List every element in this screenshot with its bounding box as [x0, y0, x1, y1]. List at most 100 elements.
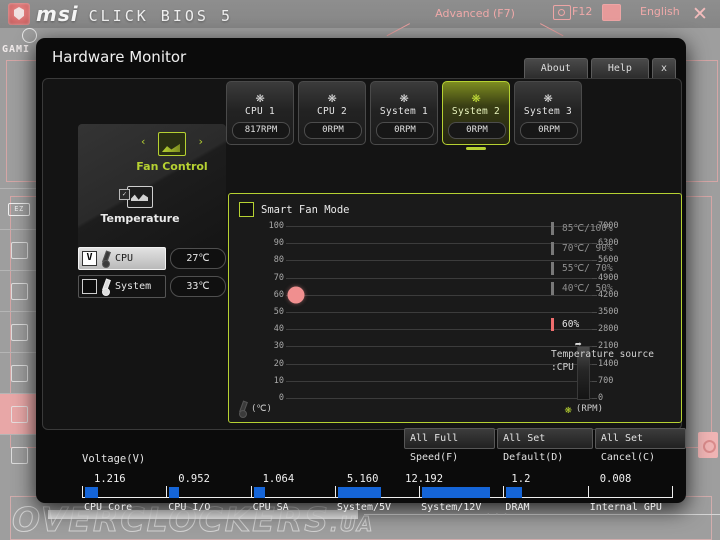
y-axis-tick: 90	[273, 238, 284, 248]
fan-tab-system-3[interactable]: ❋ System 3 0RPM	[514, 81, 582, 145]
legend-current-duty: 60%	[551, 314, 673, 334]
temp-row-system[interactable]: System 33℃	[78, 274, 226, 299]
y-axis-tick: 60	[273, 290, 284, 300]
window-buttons: About Help x	[523, 58, 676, 79]
voltage-bar	[337, 487, 382, 498]
fan-icon: ❋	[471, 88, 481, 106]
chevron-right-icon[interactable]: ›	[197, 135, 204, 148]
legend-label: 55℃/ 70%	[562, 262, 613, 274]
legend-label: 85℃/100%	[562, 222, 613, 234]
temperature-check-badge: ✓	[119, 189, 130, 200]
celsius-axis-label-group: (℃)	[239, 401, 272, 418]
bg-right-badge-icon	[698, 432, 718, 458]
chip-icon	[10, 282, 28, 300]
sidebar-item-favorites[interactable]	[0, 352, 38, 393]
temp-row-cpu[interactable]: V CPU 27℃	[78, 246, 226, 271]
chevron-left-icon[interactable]: ‹	[140, 135, 147, 148]
fan-tab-cpu-1[interactable]: ❋ CPU 1 817RPM	[226, 81, 294, 145]
thermometer-icon	[102, 279, 110, 296]
about-button[interactable]: About	[523, 58, 588, 79]
all-set-default-button[interactable]: All Set Default(D)	[497, 428, 593, 463]
sidebar-item-overclocking[interactable]	[0, 270, 38, 311]
selected-tab-indicator	[466, 147, 486, 150]
gridline	[286, 243, 592, 244]
legend-swatch	[551, 261, 554, 275]
fan-control-group[interactable]: ‹ › Fan Control	[124, 132, 220, 173]
fan-tab-system-2[interactable]: ❋ System 2 0RPM	[442, 81, 510, 150]
fan-tab-cpu-2[interactable]: ❋ CPU 2 0RPM	[298, 81, 366, 145]
voltage-section: Voltage(V) CPU Core 1.216 CPU I/O 0.952 CPU …	[42, 453, 680, 513]
rpm-axis-tick: 0	[592, 393, 634, 403]
bios-close-icon[interactable]: ✕	[692, 3, 708, 25]
fan-tab-system-1[interactable]: ❋ System 1 0RPM	[370, 81, 438, 145]
smart-fan-mode-row[interactable]: Smart Fan Mode	[239, 202, 350, 217]
fan-tab-rpm: 0RPM	[376, 122, 434, 139]
legend-swatch-current	[551, 317, 554, 331]
temp-cpu-checkbox[interactable]: V	[82, 251, 97, 266]
action-button-row: All Full Speed(F) All Set Default(D) All…	[404, 428, 686, 463]
msi-logo-icon	[8, 3, 30, 25]
current-duty-label: 60%	[562, 318, 580, 330]
fan-curve-point[interactable]	[287, 286, 305, 304]
voltage-tick	[166, 486, 168, 498]
y-axis-tick: 50	[273, 307, 284, 317]
y-axis-tick: 100	[268, 221, 284, 231]
fan-tab-rpm: 0RPM	[304, 122, 362, 139]
all-full-speed-button[interactable]: All Full Speed(F)	[404, 428, 496, 463]
voltage-rail-value: 12.192	[405, 473, 444, 485]
all-set-cancel-button[interactable]: All Set Cancel(C)	[594, 428, 686, 463]
voltage-tick	[334, 486, 336, 498]
brand-subtitle: CLICK BIOS 5	[88, 7, 233, 25]
favorites-note-icon[interactable]	[602, 4, 621, 21]
temperature-source: Temperature source :CPU	[551, 348, 673, 374]
gridline	[286, 260, 592, 261]
hardware-monitor-dialog: Hardware Monitor About Help x ❋ CPU 1 81…	[36, 38, 686, 513]
voltage-tick	[672, 486, 673, 498]
screenshot-key-label: F12	[572, 5, 593, 18]
sidebar-item-settings[interactable]	[0, 229, 38, 270]
temperature-group[interactable]: ✓ Temperature	[90, 186, 190, 225]
tick-dash	[592, 381, 597, 382]
language-selector[interactable]: English	[640, 5, 680, 18]
fan-icon: ❋	[399, 88, 409, 106]
voltage-bar	[506, 487, 522, 498]
voltage-tick	[82, 486, 83, 498]
sidebar-item-mflash[interactable]	[0, 311, 38, 352]
advanced-mode-button[interactable]: Advanced (F7)	[410, 4, 540, 24]
rpm-axis-label-group: ❋ (RPM)	[565, 402, 603, 416]
smart-fan-mode-checkbox[interactable]	[239, 202, 254, 217]
voltage-title: Voltage(V)	[82, 453, 146, 465]
gridline	[286, 329, 592, 330]
voltage-rail-label: Internal GPU	[589, 502, 662, 513]
sidebar-item-boot[interactable]	[0, 434, 38, 475]
voltage-rail-label: CPU Core	[84, 502, 133, 513]
fan-control-label: Fan Control	[136, 160, 208, 173]
temp-system-checkbox[interactable]	[82, 279, 97, 294]
fan-icon: ❋	[327, 88, 337, 106]
flash-icon	[10, 323, 28, 341]
gridline	[286, 295, 592, 296]
temp-row-label: CPU	[115, 253, 134, 264]
fan-curve-plot[interactable]: 100 7000 90 6300 80 5600 70 4900 60 4200 50 3500 40 2…	[269, 221, 619, 403]
bios-left-rail: EZ	[0, 188, 38, 488]
gridline	[286, 381, 592, 382]
curve-legend: 85℃/100% 70℃/ 90% 55℃/ 70% 40℃/ 50% 60% …	[551, 218, 673, 374]
temp-row-cpu-selector[interactable]: V CPU	[78, 247, 166, 270]
close-button[interactable]: x	[651, 58, 676, 79]
fan-tab-label: System 1	[379, 106, 429, 117]
legend-label: 40℃/ 50%	[562, 282, 613, 294]
y-axis-tick: 30	[273, 341, 284, 351]
sidebar-item-hardware-monitor[interactable]	[0, 393, 38, 434]
fan-tab-label: System 3	[523, 106, 573, 117]
legend-item: 55℃/ 70%	[551, 258, 673, 278]
boot-icon	[10, 446, 28, 464]
fan-icon: ❋	[564, 402, 572, 416]
sidebar-item-ez[interactable]: EZ	[0, 188, 38, 229]
legend-item: 85℃/100%	[551, 218, 673, 238]
voltage-rail-label: DRAM	[505, 502, 530, 513]
screenshot-camera-icon[interactable]	[553, 5, 571, 20]
temp-row-system-selector[interactable]: System	[78, 275, 166, 298]
left-control-column: ‹ › Fan Control ✓ Temperature	[78, 124, 226, 249]
rpm-axis-tick: 700	[592, 376, 634, 386]
help-button[interactable]: Help	[590, 58, 649, 79]
